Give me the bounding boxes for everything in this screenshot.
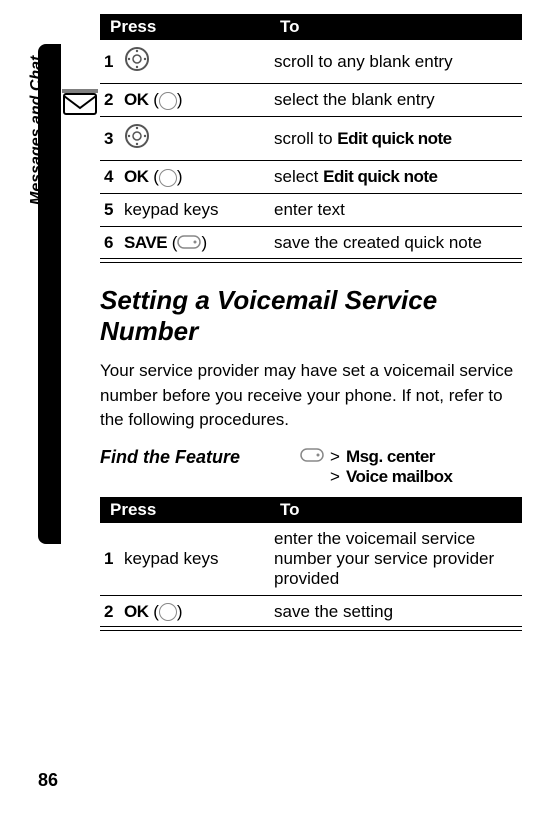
- action-cell: select the blank entry: [270, 84, 522, 117]
- nav-key-icon: [124, 46, 150, 77]
- table-row: 1 scroll to any blank entry: [100, 40, 522, 84]
- table-end-rule: [100, 258, 522, 262]
- steps-table-2: Press To 1 keypad keys enter the voicema…: [100, 497, 522, 631]
- section-title: Setting a Voicemail Service Number: [100, 285, 522, 347]
- table-row: 3 scroll to Edit quick note: [100, 117, 522, 161]
- action-cell: scroll to any blank entry: [270, 40, 522, 84]
- circle-key-icon: [159, 169, 177, 187]
- circle-key-icon: [159, 92, 177, 110]
- press-cell: SAVE (): [120, 227, 270, 259]
- action-cell: save the setting: [270, 595, 522, 626]
- gt-symbol: >: [330, 467, 340, 487]
- steps-table-1: Press To 1 scroll to any blank entry 2 O…: [100, 14, 522, 263]
- key-text: keypad keys: [124, 549, 219, 568]
- table-row: 4 OK () select Edit quick note: [100, 161, 522, 194]
- table-row: 1 keypad keys enter the voicemail servic…: [100, 523, 522, 596]
- press-cell: keypad keys: [120, 523, 270, 596]
- action-text: scroll to any blank entry: [274, 52, 453, 71]
- feature-path: > Msg. center > Voice mailbox: [300, 447, 522, 487]
- menu-item: Msg. center: [346, 447, 435, 467]
- header-press: Press: [100, 497, 270, 523]
- action-text: save the setting: [274, 602, 393, 621]
- page-number: 86: [38, 770, 58, 791]
- gt-symbol: >: [330, 447, 340, 467]
- press-cell: OK (): [120, 84, 270, 117]
- table-end-rule: [100, 626, 522, 630]
- action-cell: scroll to Edit quick note: [270, 117, 522, 161]
- step-number: 4: [100, 161, 120, 194]
- action-bold: Edit quick note: [337, 129, 451, 148]
- action-text: select the blank entry: [274, 90, 435, 109]
- header-press: Press: [100, 14, 270, 40]
- action-text: scroll to: [274, 129, 337, 148]
- key-text: keypad keys: [124, 200, 219, 219]
- key-label: OK: [124, 90, 149, 109]
- step-number: 2: [100, 84, 120, 117]
- table-row: 6 SAVE () save the created quick note: [100, 227, 522, 259]
- action-text: save the created quick note: [274, 233, 482, 252]
- key-label: SAVE: [124, 233, 167, 252]
- header-to: To: [270, 497, 522, 523]
- press-cell: [120, 117, 270, 161]
- table-header-row: Press To: [100, 497, 522, 523]
- step-number: 1: [100, 40, 120, 84]
- action-cell: enter text: [270, 194, 522, 227]
- feature-label: Find the Feature: [100, 447, 300, 487]
- envelope-icon: [62, 86, 98, 122]
- press-cell: OK (): [120, 161, 270, 194]
- soft-key-icon: [300, 447, 324, 467]
- step-number: 2: [100, 595, 120, 626]
- action-text: enter the voicemail service number your …: [274, 529, 494, 588]
- press-cell: keypad keys: [120, 194, 270, 227]
- section-body: Your service provider may have set a voi…: [100, 359, 522, 433]
- step-number: 5: [100, 194, 120, 227]
- table-row: 5 keypad keys enter text: [100, 194, 522, 227]
- step-number: 1: [100, 523, 120, 596]
- action-cell: save the created quick note: [270, 227, 522, 259]
- action-cell: select Edit quick note: [270, 161, 522, 194]
- header-to: To: [270, 14, 522, 40]
- side-tab-label: Messages and Chat: [28, 56, 46, 205]
- key-label: OK: [124, 602, 149, 621]
- circle-key-icon: [159, 603, 177, 621]
- step-number: 6: [100, 227, 120, 259]
- step-number: 3: [100, 117, 120, 161]
- action-text: enter text: [274, 200, 345, 219]
- table-row: 2 OK () select the blank entry: [100, 84, 522, 117]
- press-cell: [120, 40, 270, 84]
- menu-item: Voice mailbox: [346, 467, 453, 487]
- nav-key-icon: [124, 123, 150, 154]
- action-cell: enter the voicemail service number your …: [270, 523, 522, 596]
- action-bold: Edit quick note: [323, 167, 437, 186]
- feature-row: Find the Feature > Msg. center > Voice m…: [100, 447, 522, 487]
- table-header-row: Press To: [100, 14, 522, 40]
- soft-key-icon: [177, 234, 201, 254]
- table-row: 2 OK () save the setting: [100, 595, 522, 626]
- action-text: select: [274, 167, 323, 186]
- key-label: OK: [124, 167, 149, 186]
- press-cell: OK (): [120, 595, 270, 626]
